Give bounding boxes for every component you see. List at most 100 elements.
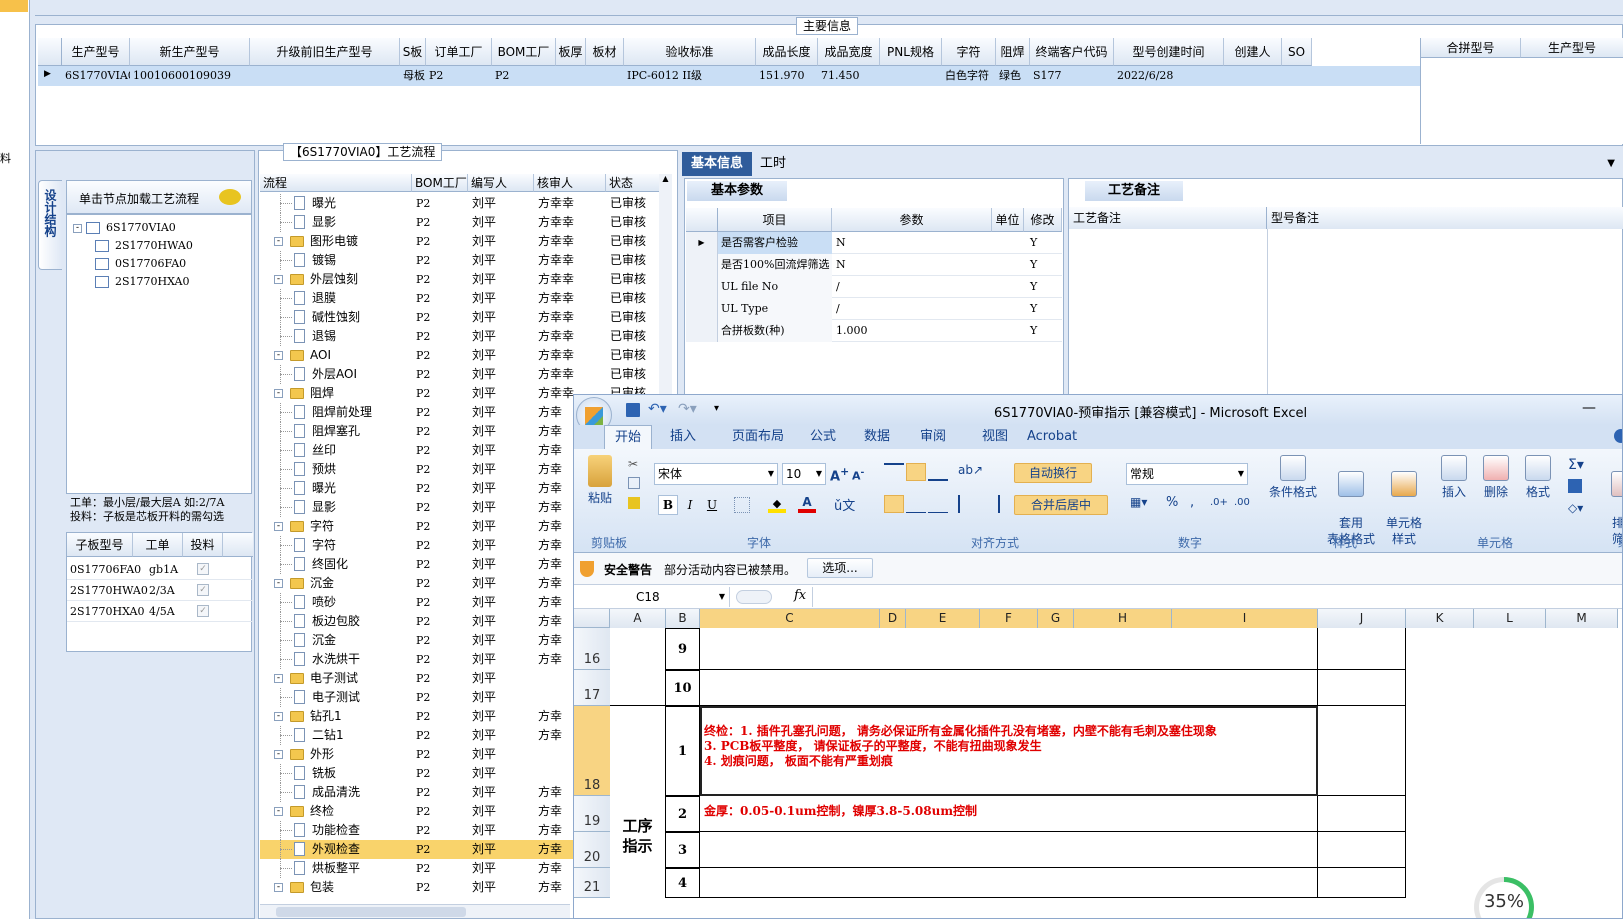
- shrink-font-icon[interactable]: A-: [852, 467, 864, 483]
- merge-center-button[interactable]: 合并后居中: [1014, 495, 1108, 515]
- process-row[interactable]: 镀锡 P2 刘平 方幸幸 已审核: [260, 251, 670, 270]
- process-row[interactable]: 曝光 P2 刘平 方幸幸 已审核: [260, 194, 670, 213]
- font-color-icon[interactable]: A: [798, 495, 816, 513]
- column-header[interactable]: I: [1172, 609, 1318, 628]
- column-header[interactable]: 新生产型号: [130, 38, 250, 66]
- font-name-box[interactable]: 宋体 ▼: [654, 463, 778, 485]
- column-header[interactable]: 生产型号: [62, 38, 130, 66]
- copy-icon[interactable]: [628, 477, 640, 489]
- collapse-icon[interactable]: -: [274, 237, 283, 246]
- collapse-icon[interactable]: -: [274, 712, 283, 721]
- orientation-icon[interactable]: ab↗: [958, 463, 983, 477]
- column-header[interactable]: 型号创建时间: [1114, 38, 1224, 66]
- underline-icon[interactable]: U: [702, 495, 722, 515]
- left-edge-tab[interactable]: [0, 0, 28, 12]
- insert-cells-button[interactable]: 插入: [1434, 455, 1474, 500]
- table-row[interactable]: ▶ 6S1770VIA0 10010600109039 母板 P2 P2 IPC-6012 …: [38, 66, 1420, 86]
- cell-c[interactable]: 终检：1. 插件孔塞孔问题， 请务必保证所有金属化插件孔没有堵塞，内壁不能有毛刺…: [700, 706, 1318, 796]
- clear-icon[interactable]: ◇▾: [1568, 501, 1583, 515]
- sub-table-row[interactable]: 0S17706FA0 gb1A ✓: [67, 559, 253, 580]
- ribbon-tab[interactable]: 开始: [604, 425, 653, 450]
- process-column-header[interactable]: 流程: [260, 174, 412, 192]
- column-header[interactable]: M: [1546, 609, 1618, 628]
- params-column-header[interactable]: 参数: [832, 208, 992, 232]
- process-row[interactable]: - 图形电镀 P2 刘平 方幸幸 已审核: [260, 232, 670, 251]
- design-structure-tab[interactable]: 设计结构: [38, 180, 62, 270]
- table-cell[interactable]: [250, 66, 400, 86]
- cell-c[interactable]: [700, 670, 1318, 706]
- undo-icon[interactable]: ↶▾: [648, 401, 667, 417]
- collapse-icon[interactable]: -: [274, 750, 283, 759]
- ribbon-tab[interactable]: 审阅: [920, 425, 946, 449]
- process-row[interactable]: 碱性蚀刻 P2 刘平 方幸幸 已审核: [260, 308, 670, 327]
- decrease-decimal-icon[interactable]: .00: [1234, 497, 1250, 508]
- sub-column-header[interactable]: 工单: [133, 533, 183, 557]
- bold-icon[interactable]: B: [658, 495, 678, 515]
- column-header[interactable]: 创建人: [1224, 38, 1282, 66]
- column-header[interactable]: F: [980, 609, 1038, 628]
- table-cell[interactable]: 151.970: [756, 66, 818, 86]
- sub-table-row[interactable]: 2S1770HXA0 4/5A ✓: [67, 601, 253, 622]
- fx-icon[interactable]: fx: [794, 588, 806, 603]
- cell-c[interactable]: [700, 628, 1318, 670]
- structure-tree-node[interactable]: - 6S1770VIA0: [73, 219, 176, 237]
- row-selector[interactable]: ▶: [686, 232, 718, 254]
- table-cell[interactable]: 2022/6/28: [1114, 66, 1224, 86]
- formula-expand-handle[interactable]: [736, 590, 772, 604]
- column-header[interactable]: 成品长度: [756, 38, 818, 66]
- row-header[interactable]: 18: [574, 706, 610, 796]
- column-header[interactable]: 成品宽度: [818, 38, 880, 66]
- row-header[interactable]: 20: [574, 832, 610, 868]
- collapse-icon[interactable]: -: [274, 807, 283, 816]
- cell-c[interactable]: [700, 868, 1318, 898]
- table-cell[interactable]: [880, 66, 942, 86]
- table-cell[interactable]: [586, 66, 624, 86]
- process-column-header[interactable]: 状态: [606, 174, 660, 192]
- grid-corner[interactable]: [38, 38, 62, 66]
- sub-table-row[interactable]: 2S1770HWA0 2/3A ✓: [67, 580, 253, 601]
- format-painter-icon[interactable]: [628, 497, 640, 509]
- collapse-icon[interactable]: -: [274, 275, 283, 284]
- column-header[interactable]: 阻焊: [996, 38, 1030, 66]
- collapse-icon[interactable]: -: [274, 351, 283, 360]
- table-cell[interactable]: 白色字符: [942, 66, 996, 86]
- collapse-icon[interactable]: -: [274, 522, 283, 531]
- collapse-icon[interactable]: -: [274, 389, 283, 398]
- border-icon[interactable]: [734, 497, 750, 513]
- ribbon-tab[interactable]: 插入: [670, 425, 696, 449]
- formula-input[interactable]: [812, 587, 1622, 607]
- process-row[interactable]: 显影 P2 刘平 方幸幸 已审核: [260, 213, 670, 232]
- column-header[interactable]: 验收标准: [624, 38, 756, 66]
- feed-checkbox[interactable]: ✓: [197, 563, 209, 575]
- scroll-up-icon[interactable]: ▲: [659, 174, 672, 183]
- column-header[interactable]: 订单工厂: [426, 38, 492, 66]
- process-hscroll[interactable]: [260, 904, 570, 918]
- column-header[interactable]: 板材: [586, 38, 624, 66]
- cell-c[interactable]: [700, 832, 1318, 868]
- column-header[interactable]: J: [1318, 609, 1406, 628]
- table-cell[interactable]: 6S1770VIA0: [62, 66, 130, 86]
- column-header[interactable]: G: [1038, 609, 1074, 628]
- currency-icon[interactable]: ▦▾: [1130, 495, 1147, 509]
- param-value[interactable]: 1.000: [836, 320, 868, 342]
- column-header[interactable]: 终端客户代码: [1030, 38, 1114, 66]
- table-cell[interactable]: [1282, 66, 1312, 86]
- grow-font-icon[interactable]: A+: [830, 465, 849, 484]
- row-header[interactable]: 16: [574, 628, 610, 670]
- process-column-header[interactable]: 核审人: [534, 174, 606, 192]
- row-header[interactable]: 21: [574, 868, 610, 898]
- process-row[interactable]: 退膜 P2 刘平 方幸幸 已审核: [260, 289, 670, 308]
- collapse-icon[interactable]: -: [73, 223, 82, 233]
- delete-cells-button[interactable]: 删除: [1476, 455, 1516, 500]
- security-options-button[interactable]: 选项...: [807, 558, 873, 578]
- tabs-dropdown-icon[interactable]: ▼: [1607, 158, 1615, 169]
- format-cells-button[interactable]: 格式: [1518, 455, 1558, 500]
- column-header[interactable]: H: [1074, 609, 1172, 628]
- ribbon-tab[interactable]: 公式: [810, 425, 836, 449]
- sum-icon[interactable]: Σ▾: [1568, 457, 1584, 473]
- sub-column-header[interactable]: 投料: [183, 533, 223, 557]
- wrap-text-button[interactable]: 自动换行: [1014, 463, 1092, 483]
- column-header[interactable]: C: [700, 609, 880, 628]
- increase-indent-icon[interactable]: [980, 495, 1000, 513]
- font-size-box[interactable]: 10 ▼: [782, 463, 826, 485]
